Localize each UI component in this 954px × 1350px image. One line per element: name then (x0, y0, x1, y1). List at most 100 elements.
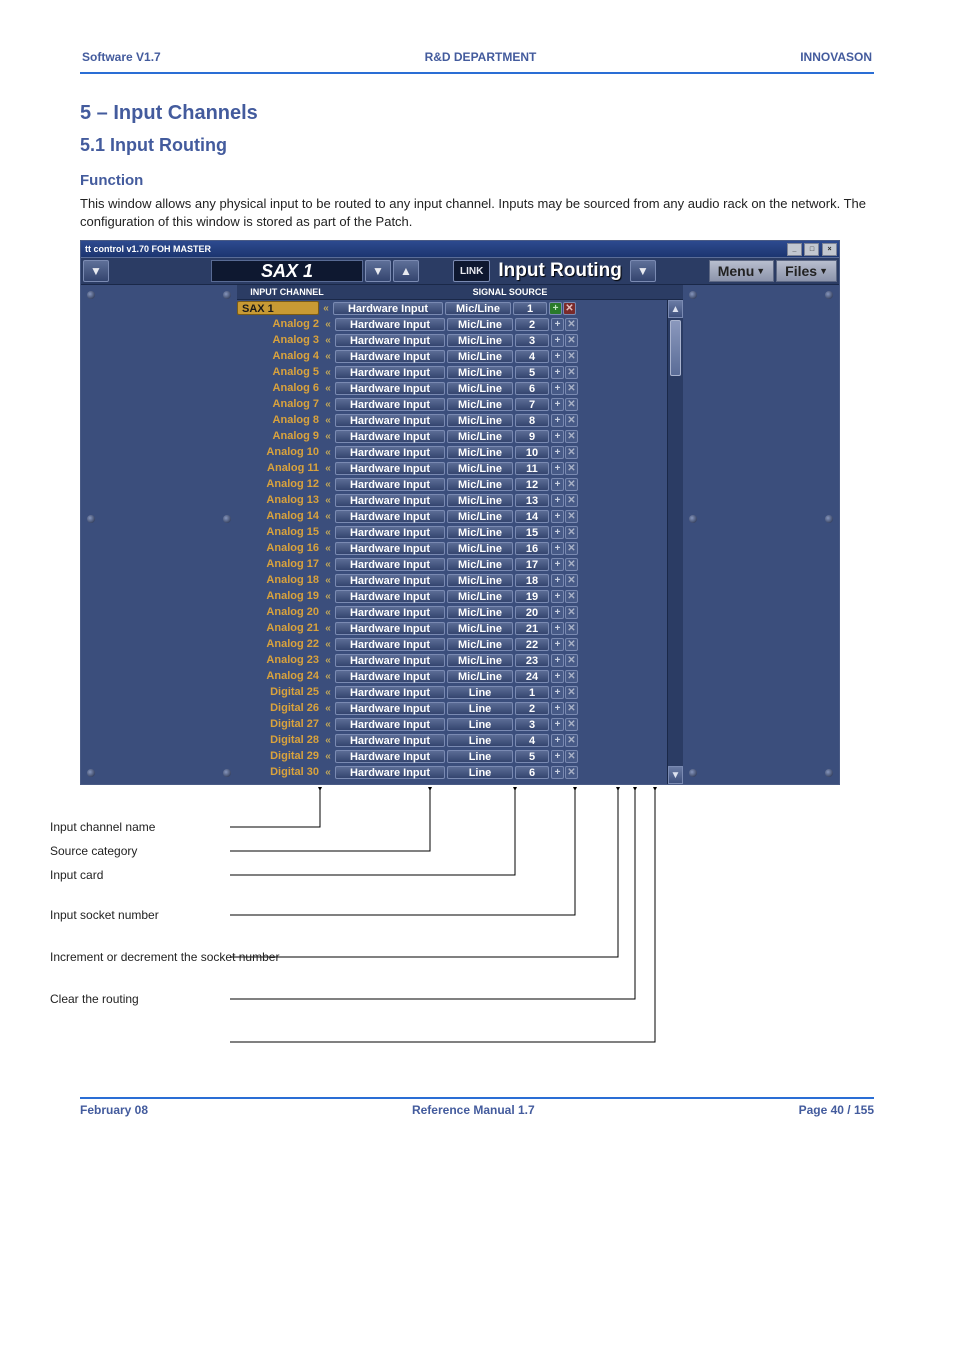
increment-button[interactable]: + (551, 766, 564, 779)
clear-button[interactable]: ✕ (565, 750, 578, 763)
clear-button[interactable]: ✕ (565, 462, 578, 475)
input-card[interactable]: Mic/Line (447, 590, 513, 603)
clear-button[interactable]: ✕ (565, 670, 578, 683)
input-card[interactable]: Mic/Line (447, 510, 513, 523)
channel-dropdown-icon[interactable]: ▼ (365, 260, 391, 282)
source-category[interactable]: Hardware Input (335, 414, 445, 427)
source-category[interactable]: Hardware Input (335, 606, 445, 619)
increment-button[interactable]: + (551, 702, 564, 715)
socket-number[interactable]: 16 (515, 542, 549, 555)
channel-name[interactable]: SAX 1 (237, 301, 319, 315)
clear-button[interactable]: ✕ (565, 734, 578, 747)
channel-name[interactable]: Analog 8 (237, 414, 321, 426)
source-category[interactable]: Hardware Input (335, 558, 445, 571)
increment-button[interactable]: + (551, 750, 564, 763)
socket-number[interactable]: 3 (515, 334, 549, 347)
increment-button[interactable]: + (551, 462, 564, 475)
channel-name[interactable]: Analog 13 (237, 494, 321, 506)
channel-name[interactable]: Analog 18 (237, 574, 321, 586)
channel-name[interactable]: Analog 12 (237, 478, 321, 490)
minimize-icon[interactable]: _ (787, 243, 802, 256)
source-category[interactable]: Hardware Input (335, 494, 445, 507)
socket-number[interactable]: 18 (515, 574, 549, 587)
source-category[interactable]: Hardware Input (335, 462, 445, 475)
increment-button[interactable]: + (551, 382, 564, 395)
channel-name[interactable]: Analog 16 (237, 542, 321, 554)
input-card[interactable]: Mic/Line (447, 526, 513, 539)
increment-button[interactable]: + (551, 510, 564, 523)
socket-number[interactable]: 20 (515, 606, 549, 619)
increment-button[interactable]: + (549, 302, 562, 315)
socket-number[interactable]: 4 (515, 734, 549, 747)
clear-button[interactable]: ✕ (565, 702, 578, 715)
source-category[interactable]: Hardware Input (335, 510, 445, 523)
input-card[interactable]: Mic/Line (447, 542, 513, 555)
input-card[interactable]: Mic/Line (447, 574, 513, 587)
input-card[interactable]: Mic/Line (447, 462, 513, 475)
socket-number[interactable]: 2 (515, 702, 549, 715)
clear-button[interactable]: ✕ (565, 718, 578, 731)
increment-button[interactable]: + (551, 334, 564, 347)
socket-number[interactable]: 7 (515, 398, 549, 411)
increment-button[interactable]: + (551, 318, 564, 331)
input-card[interactable]: Mic/Line (447, 334, 513, 347)
socket-number[interactable]: 13 (515, 494, 549, 507)
increment-button[interactable]: + (551, 414, 564, 427)
increment-button[interactable]: + (551, 654, 564, 667)
source-category[interactable]: Hardware Input (335, 430, 445, 443)
channel-name[interactable]: Analog 5 (237, 366, 321, 378)
menu-button[interactable]: Menu▼ (709, 260, 774, 282)
input-card[interactable]: Mic/Line (445, 302, 511, 315)
channel-name[interactable]: Analog 2 (237, 318, 321, 330)
nav-down-icon[interactable]: ▼ (83, 260, 109, 282)
source-category[interactable]: Hardware Input (335, 750, 445, 763)
channel-name[interactable]: Digital 30 (237, 766, 321, 778)
socket-number[interactable]: 14 (515, 510, 549, 523)
clear-button[interactable]: ✕ (565, 446, 578, 459)
channel-name[interactable]: Digital 29 (237, 750, 321, 762)
input-card[interactable]: Mic/Line (447, 606, 513, 619)
source-category[interactable]: Hardware Input (335, 478, 445, 491)
socket-number[interactable]: 22 (515, 638, 549, 651)
channel-name[interactable]: Analog 11 (237, 462, 321, 474)
channel-name[interactable]: Analog 22 (237, 638, 321, 650)
socket-number[interactable]: 1 (513, 302, 547, 315)
clear-button[interactable]: ✕ (565, 574, 578, 587)
socket-number[interactable]: 5 (515, 366, 549, 379)
clear-button[interactable]: ✕ (565, 590, 578, 603)
increment-button[interactable]: + (551, 606, 564, 619)
input-card[interactable]: Line (447, 686, 513, 699)
increment-button[interactable]: + (551, 574, 564, 587)
source-category[interactable]: Hardware Input (335, 766, 445, 779)
input-card[interactable]: Mic/Line (447, 478, 513, 491)
channel-name[interactable]: Analog 20 (237, 606, 321, 618)
socket-number[interactable]: 15 (515, 526, 549, 539)
source-category[interactable]: Hardware Input (335, 446, 445, 459)
increment-button[interactable]: + (551, 718, 564, 731)
input-card[interactable]: Mic/Line (447, 446, 513, 459)
socket-number[interactable]: 11 (515, 462, 549, 475)
input-card[interactable]: Mic/Line (447, 414, 513, 427)
input-card[interactable]: Line (447, 766, 513, 779)
close-icon[interactable]: × (822, 243, 837, 256)
channel-name[interactable]: Analog 3 (237, 334, 321, 346)
files-button[interactable]: Files▼ (776, 260, 837, 282)
increment-button[interactable]: + (551, 670, 564, 683)
increment-button[interactable]: + (551, 590, 564, 603)
source-category[interactable]: Hardware Input (335, 318, 445, 331)
channel-name[interactable]: Analog 24 (237, 670, 321, 682)
source-category[interactable]: Hardware Input (335, 382, 445, 395)
source-category[interactable]: Hardware Input (335, 686, 445, 699)
source-category[interactable]: Hardware Input (335, 366, 445, 379)
clear-button[interactable]: ✕ (565, 414, 578, 427)
increment-button[interactable]: + (551, 398, 564, 411)
clear-button[interactable]: ✕ (565, 430, 578, 443)
input-card[interactable]: Mic/Line (447, 558, 513, 571)
maximize-icon[interactable]: □ (804, 243, 819, 256)
channel-name[interactable]: Analog 17 (237, 558, 321, 570)
channel-name-display[interactable]: SAX 1 (211, 260, 363, 282)
scroll-up-icon[interactable]: ▲ (668, 300, 683, 318)
source-category[interactable]: Hardware Input (335, 574, 445, 587)
socket-number[interactable]: 1 (515, 686, 549, 699)
increment-button[interactable]: + (551, 558, 564, 571)
